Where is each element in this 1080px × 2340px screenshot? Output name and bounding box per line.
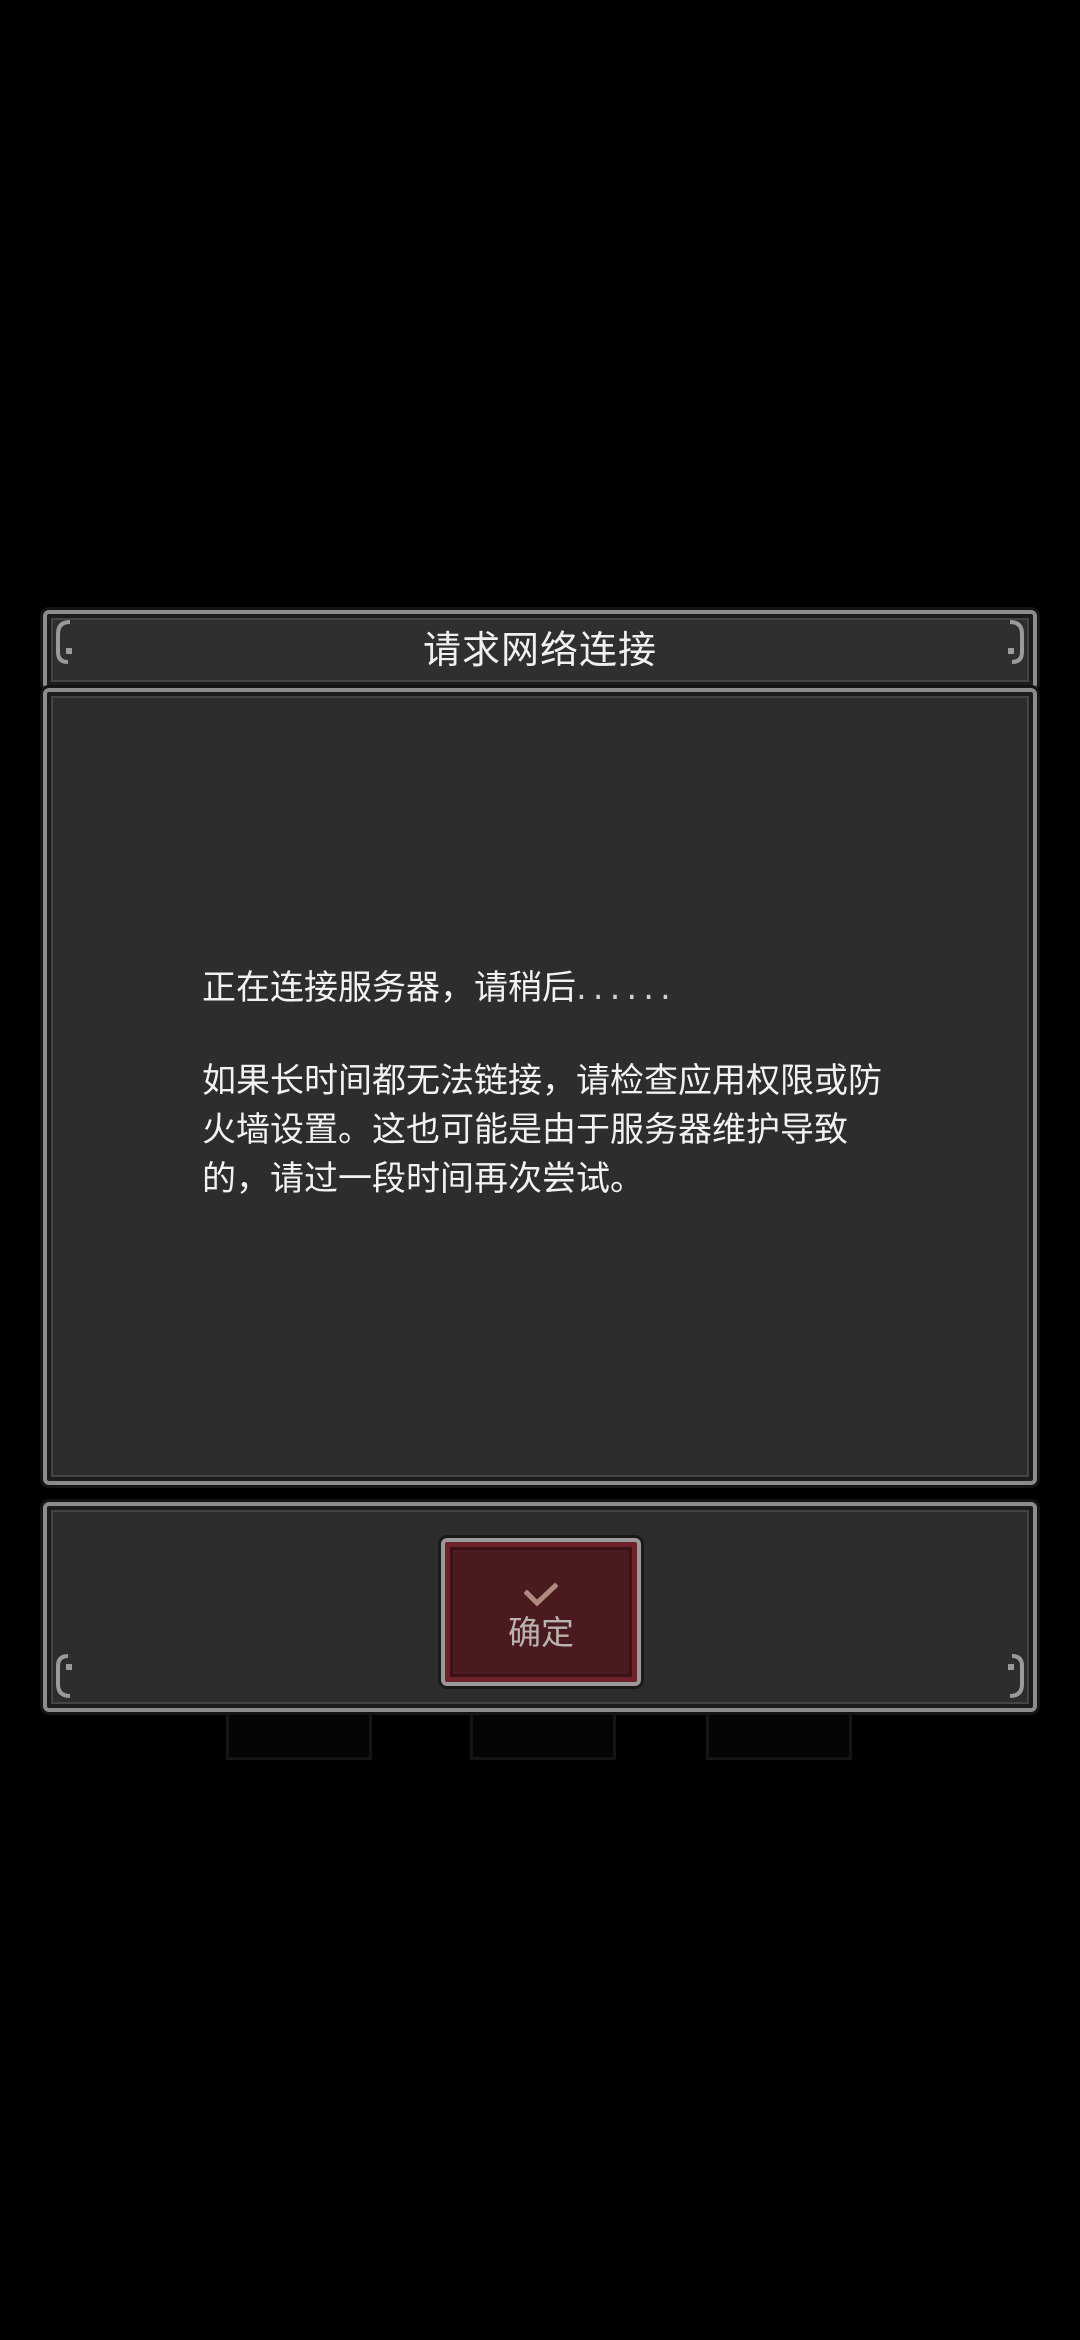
connection-help-text: 如果长时间都无法链接，请检查应用权限或防火墙设置。这也可能是由于服务器维护导致的… xyxy=(202,1061,882,1199)
loading-dots: ...... xyxy=(576,968,677,1008)
dialog-title: 请求网络连接 xyxy=(422,628,657,672)
game-screen: 请求网络连接 正在连接服务器，请稍后...... 如果长时间都无法链接，请检查应… xyxy=(0,0,1080,2340)
corner-flourish-icon xyxy=(56,1654,72,1698)
dialog-title-bar: 请求网络连接 xyxy=(43,610,1037,690)
corner-flourish-icon xyxy=(1008,620,1024,664)
confirm-button[interactable]: 确定 xyxy=(441,1538,641,1686)
dialog-message-body: 正在连接服务器，请稍后...... 如果长时间都无法链接，请检查应用权限或防火墙… xyxy=(202,964,902,1204)
confirm-button-label: 确定 xyxy=(508,1612,574,1652)
connection-status-text: 正在连接服务器，请稍后 xyxy=(202,968,576,1008)
connection-status: 正在连接服务器，请稍后...... xyxy=(202,964,902,1013)
dialog-message-panel: 正在连接服务器，请稍后...... 如果长时间都无法链接，请检查应用权限或防火墙… xyxy=(43,688,1037,1485)
corner-flourish-icon xyxy=(56,620,72,664)
corner-flourish-icon xyxy=(1008,1654,1024,1698)
checkmark-icon xyxy=(524,1581,558,1606)
